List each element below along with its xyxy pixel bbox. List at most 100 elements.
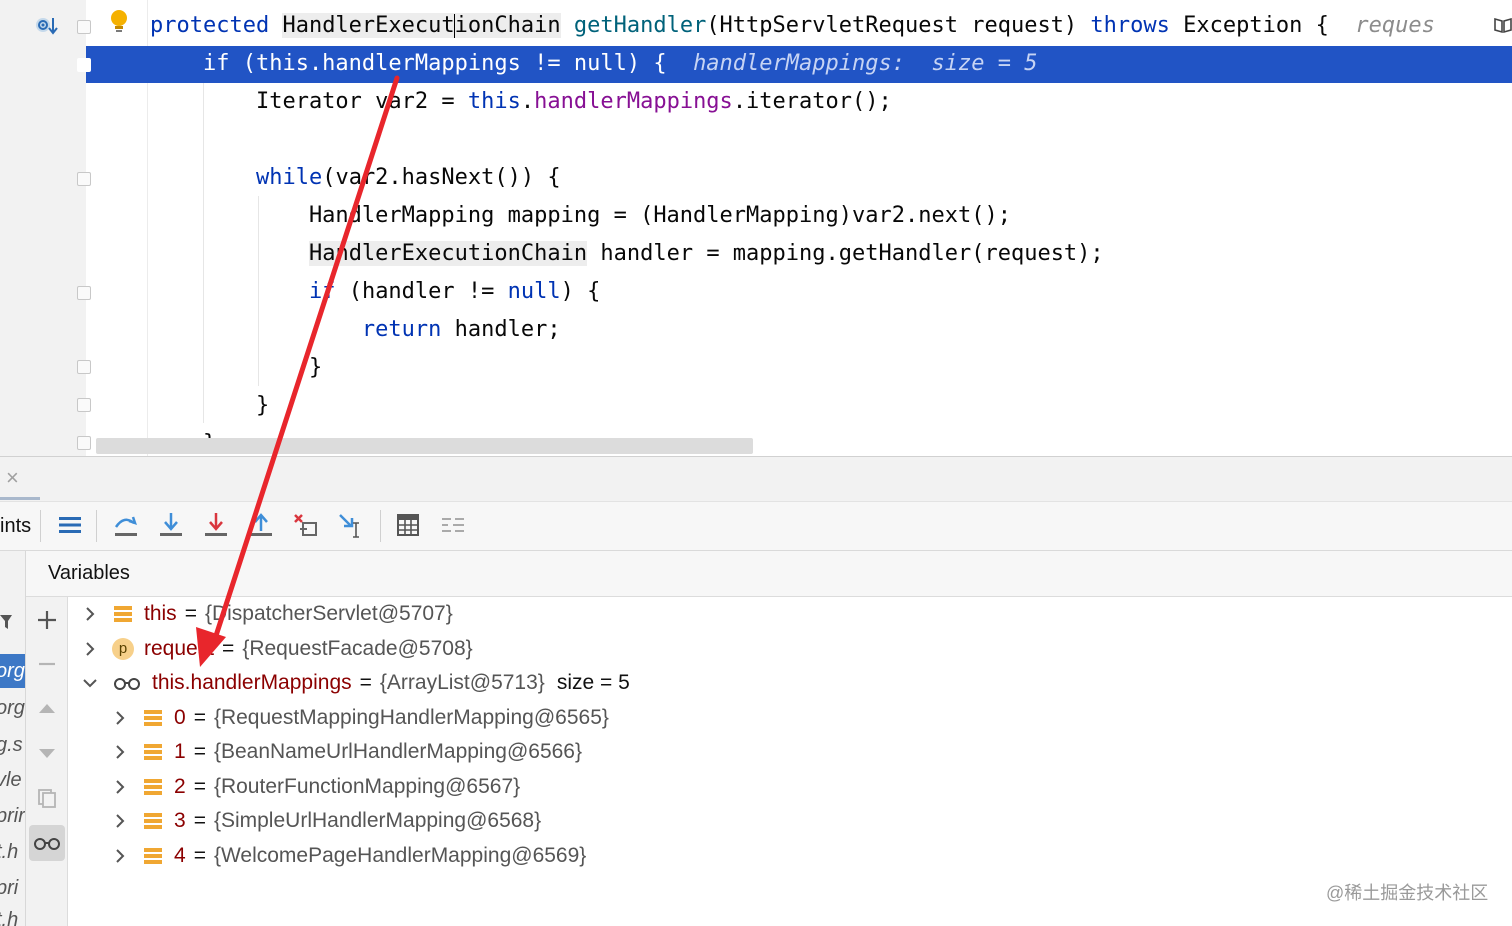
frames-list-icon[interactable]	[56, 511, 84, 539]
code-token: .iterator();	[732, 89, 892, 114]
horizontal-scrollbar[interactable]	[96, 438, 753, 454]
code-line[interactable]: HandlerExecutionChain handler = mapping.…	[150, 235, 1104, 273]
variable-row[interactable]: this = {DispatcherServlet@5707}	[80, 597, 453, 631]
code-line[interactable]: return handler;	[150, 311, 561, 349]
fold-marker-icon[interactable]	[77, 20, 91, 34]
code-token: return	[361, 317, 442, 342]
active-tab-indicator	[0, 497, 40, 500]
chevron-right-icon[interactable]	[80, 604, 100, 624]
frame-item[interactable]: t.h	[0, 903, 25, 926]
variable-row[interactable]: 2 = {RouterFunctionMapping@6567}	[110, 770, 520, 804]
trace-settings-icon[interactable]	[439, 511, 467, 539]
equals-sign: =	[193, 843, 206, 867]
step-out-icon[interactable]	[247, 511, 275, 539]
variable-row[interactable]: this.handlerMappings = {ArrayList@5713} siz…	[80, 666, 630, 700]
code-token: protected	[150, 13, 283, 38]
variable-value: {SimpleUrlHandlerMapping@6568}	[213, 809, 542, 832]
chevron-right-icon[interactable]	[110, 846, 130, 866]
variables-header	[26, 551, 1512, 597]
fold-marker-icon[interactable]	[77, 398, 91, 412]
chevron-down-icon[interactable]	[80, 673, 100, 693]
code-token: HandlerExecut	[282, 13, 455, 38]
frames-strip[interactable]: org org g.s vle prir t.h pri t.h	[0, 551, 26, 926]
variable-value: {DispatcherServlet@5707}	[204, 602, 453, 625]
evaluate-expression-icon[interactable]	[394, 511, 422, 539]
add-watch-icon[interactable]	[32, 605, 62, 635]
watch-glasses-icon	[112, 672, 142, 694]
fold-marker-icon[interactable]	[77, 436, 91, 450]
code-editor[interactable]: protected HandlerExecutionChain getHandl…	[0, 0, 1512, 457]
frame-item[interactable]: vle	[0, 763, 25, 797]
chevron-right-icon[interactable]	[110, 777, 130, 797]
chevron-right-icon[interactable]	[110, 742, 130, 762]
variable-row[interactable]: 3 = {SimpleUrlHandlerMapping@6568}	[110, 804, 541, 838]
fold-marker-icon[interactable]	[77, 360, 91, 374]
remove-watch-icon[interactable]	[32, 649, 62, 679]
field-icon	[142, 810, 164, 832]
variable-row[interactable]: 1 = {BeanNameUrlHandlerMapping@6566}	[110, 735, 582, 769]
equals-sign: =	[193, 705, 206, 729]
code-token: throws	[1090, 13, 1170, 38]
move-up-icon[interactable]	[32, 694, 62, 724]
close-icon[interactable]: ×	[6, 467, 22, 489]
variable-name: 3	[174, 809, 186, 832]
show-watches-icon[interactable]	[29, 825, 65, 861]
frame-item[interactable]: org	[0, 654, 25, 688]
drop-frame-icon[interactable]	[292, 511, 320, 539]
frame-item[interactable]: t.h	[0, 835, 25, 869]
equals-sign: =	[193, 774, 206, 798]
code-token: HandlerExecutionChain	[308, 241, 588, 266]
code-token: (handler !=	[335, 279, 508, 304]
fold-marker-icon[interactable]	[77, 172, 91, 186]
code-line[interactable]: }	[150, 349, 322, 387]
code-line[interactable]: protected HandlerExecutionChain getHandl…	[150, 7, 1435, 45]
filter-icon[interactable]	[0, 614, 12, 630]
parameter-badge: p	[112, 637, 134, 660]
debug-step-icon[interactable]	[34, 14, 58, 38]
code-line[interactable]: Iterator var2 = this.handlerMappings.ite…	[150, 83, 892, 121]
toolbar-separator	[96, 510, 97, 542]
step-over-icon[interactable]	[112, 511, 140, 539]
field-icon	[142, 741, 164, 763]
force-step-into-icon[interactable]	[202, 511, 230, 539]
variables-title: Variables	[48, 562, 130, 584]
frame-item[interactable]: pri	[0, 871, 25, 905]
frame-item[interactable]: g.s	[0, 728, 25, 762]
step-into-icon[interactable]	[157, 511, 185, 539]
equals-sign: =	[222, 636, 235, 660]
code-line[interactable]: if (this.handlerMappings != null) { hand…	[150, 45, 1037, 83]
variable-row[interactable]: 0 = {RequestMappingHandlerMapping@6565}	[110, 701, 609, 735]
fold-marker-icon[interactable]	[77, 58, 91, 72]
variable-name: request	[144, 636, 215, 660]
toolbar-separator	[380, 510, 381, 542]
chevron-right-icon[interactable]	[110, 811, 130, 831]
variable-value: {RequestFacade@5708}	[242, 636, 473, 660]
editor-gutter[interactable]	[0, 0, 86, 457]
fold-marker-icon[interactable]	[77, 286, 91, 300]
debug-tab-bar	[0, 457, 1512, 501]
code-line[interactable]: HandlerMapping mapping = (HandlerMapping…	[150, 197, 1011, 235]
equals-sign: =	[193, 740, 206, 763]
reader-mode-icon[interactable]	[1494, 16, 1512, 34]
copy-icon[interactable]	[32, 783, 62, 813]
breakpoints-tab-label[interactable]: ints	[0, 515, 31, 538]
chevron-right-icon[interactable]	[110, 708, 130, 728]
code-line[interactable]: if (handler != null) {	[150, 273, 600, 311]
parameter-icon: p	[112, 637, 134, 660]
equals-sign: =	[193, 809, 206, 832]
lightbulb-icon[interactable]	[108, 8, 130, 36]
code-line[interactable]: while(var2.hasNext()) {	[150, 159, 561, 197]
frame-item[interactable]: prir	[0, 799, 25, 833]
field-icon	[142, 845, 164, 867]
move-down-icon[interactable]	[32, 738, 62, 768]
code-line[interactable]: }	[150, 387, 269, 425]
variable-row[interactable]: 4 = {WelcomePageHandlerMapping@6569}	[110, 839, 586, 873]
chevron-right-icon[interactable]	[80, 639, 100, 659]
code-token: .	[520, 89, 535, 114]
variable-name: 2	[174, 774, 186, 798]
variable-row[interactable]: p request = {RequestFacade@5708}	[80, 632, 473, 666]
run-to-cursor-icon[interactable]	[337, 511, 365, 539]
frame-item[interactable]: org	[0, 691, 25, 725]
